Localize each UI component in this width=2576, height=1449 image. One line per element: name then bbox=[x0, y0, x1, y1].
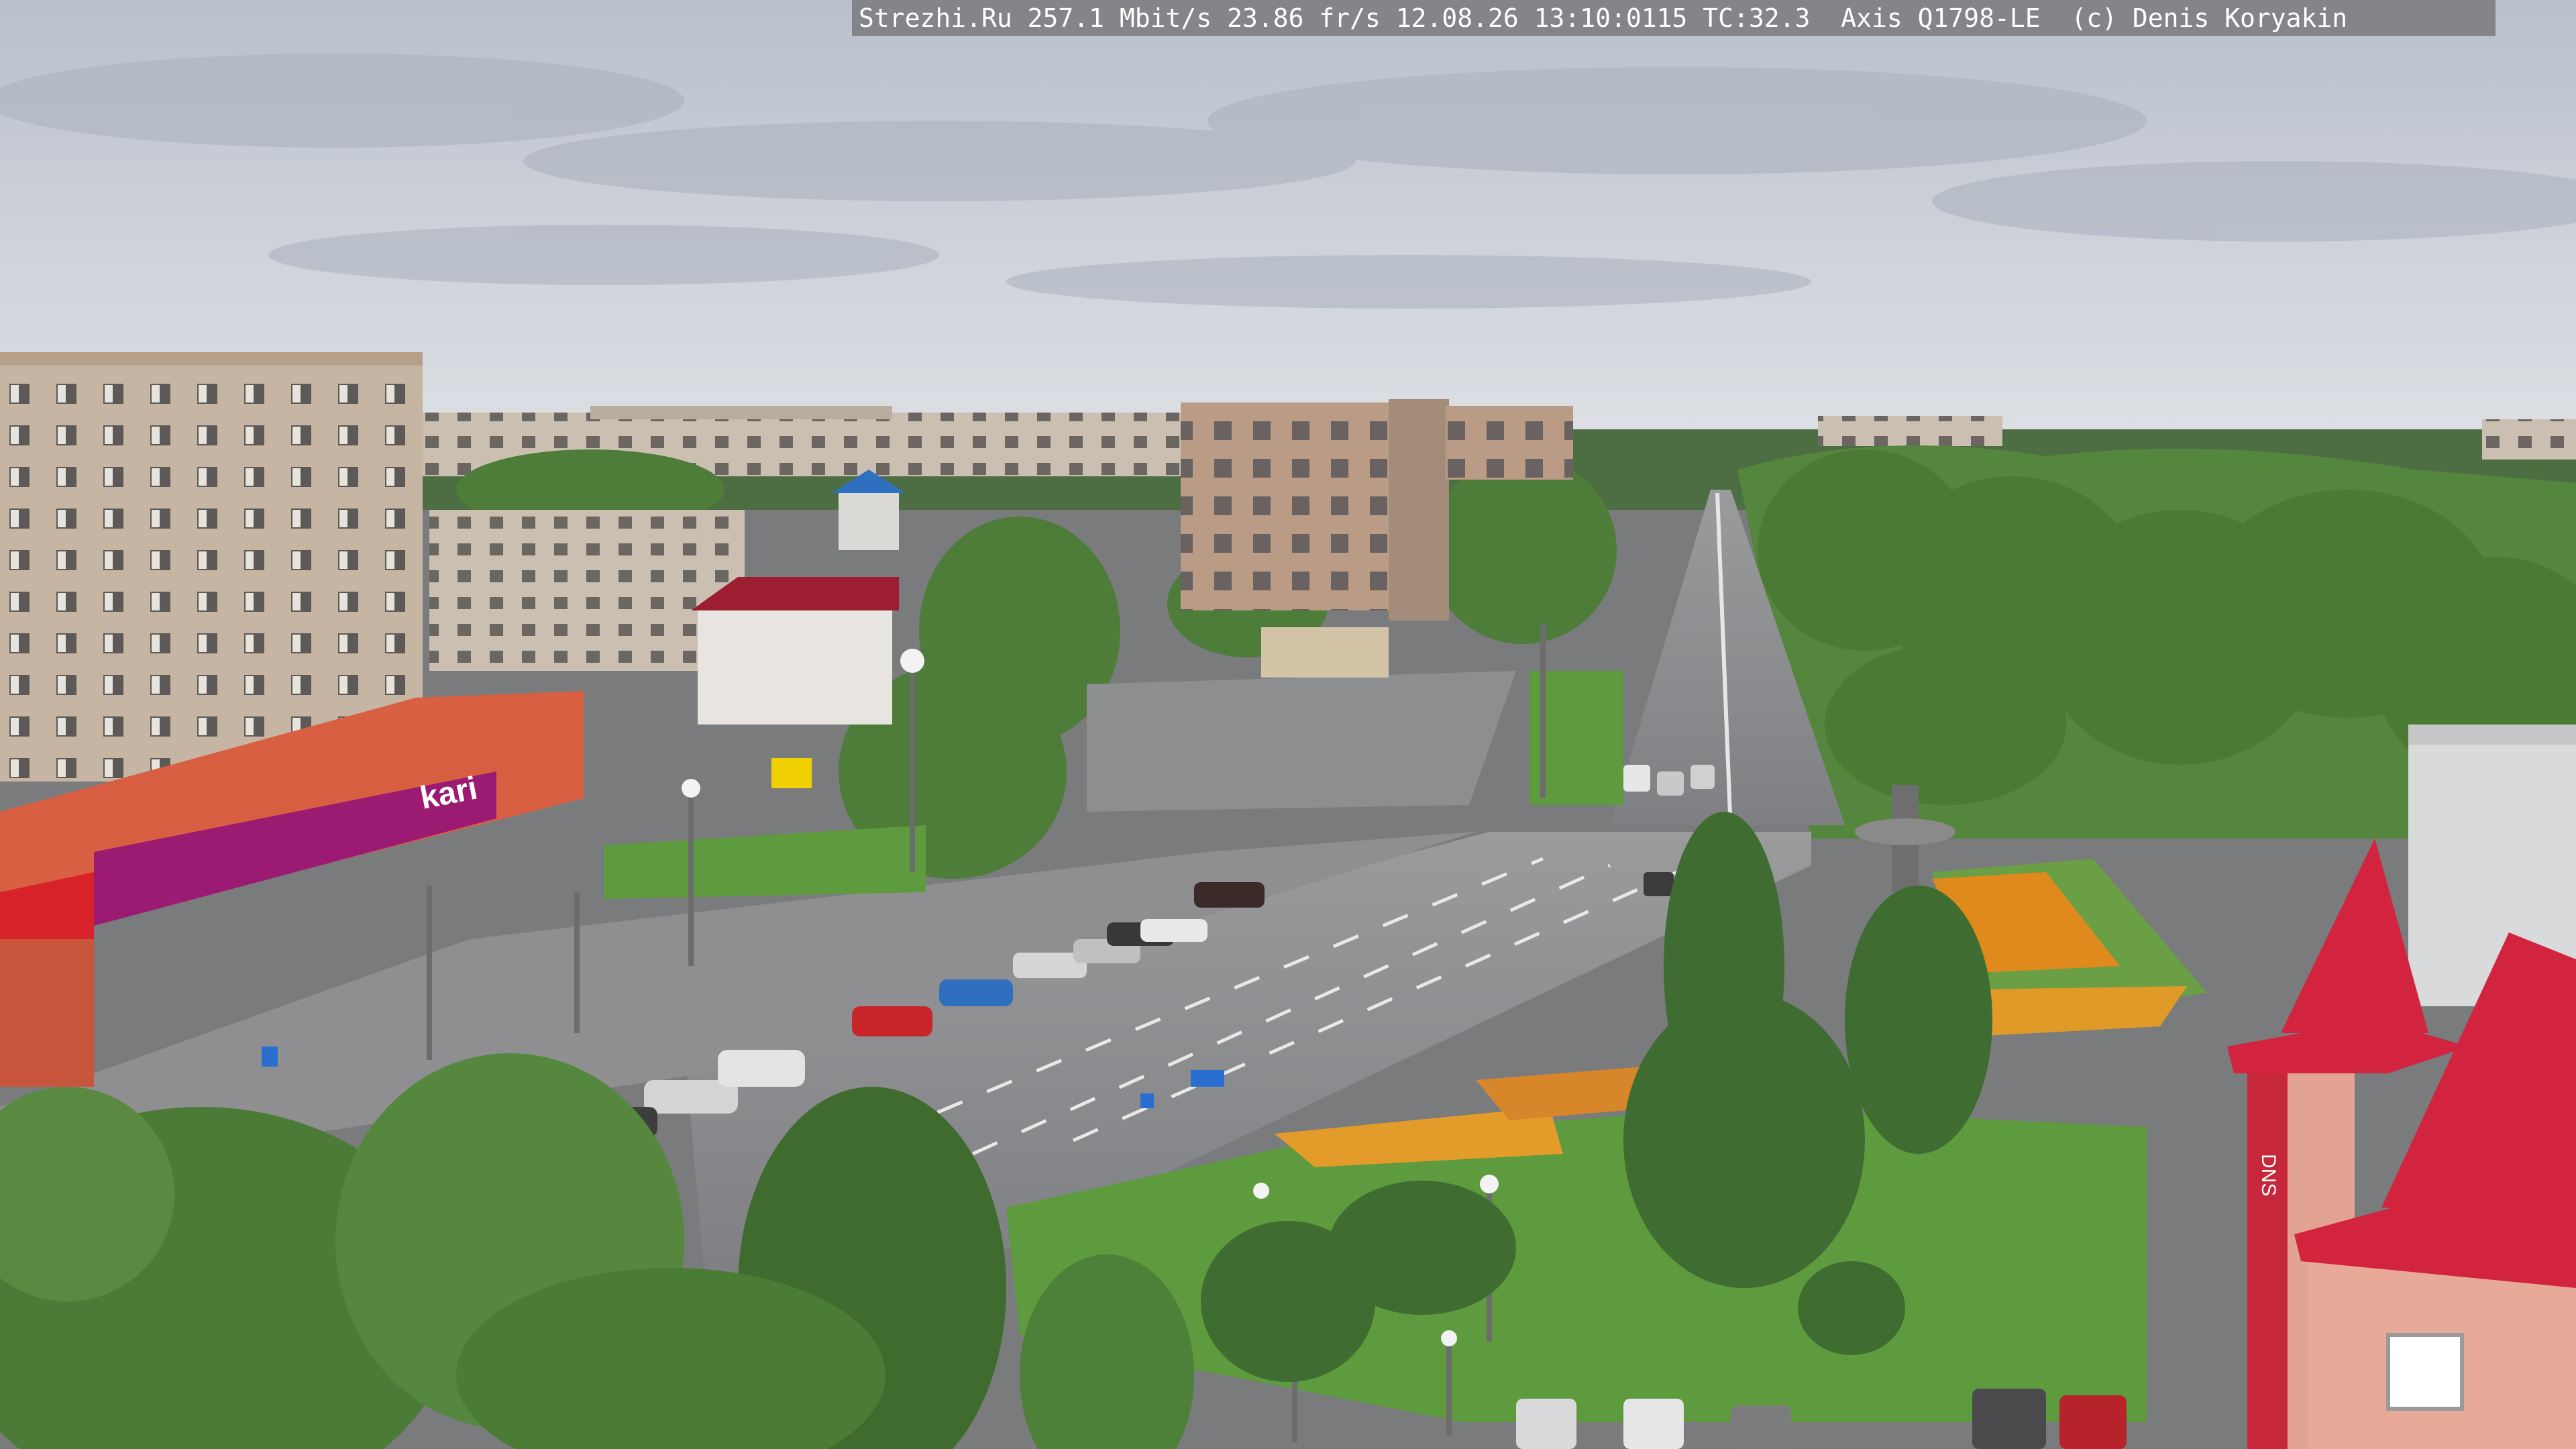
webcam-city-view: kari DNS bbox=[0, 0, 2576, 1449]
central-brick-tower bbox=[1389, 399, 1449, 621]
small-pavilion bbox=[1261, 627, 1389, 678]
webcam-info-overlay: Strezhi.Ru 257.1 Mbit/s 23.86 fr/s 12.08… bbox=[852, 0, 2496, 36]
dns-logo: DNS bbox=[2257, 1154, 2279, 1196]
apartment-building-mid bbox=[429, 510, 745, 671]
central-building-wing bbox=[1446, 406, 1573, 480]
upper-plaza bbox=[1087, 671, 1516, 812]
red-roof-building bbox=[691, 577, 899, 724]
